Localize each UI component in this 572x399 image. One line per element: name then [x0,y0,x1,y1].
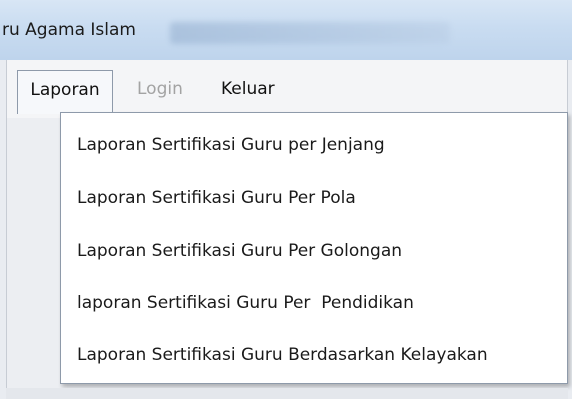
menu-item-laporan-berdasarkan-kelayakan[interactable]: Laporan Sertifikasi Guru Berdasarkan Kel… [77,335,488,375]
menu-item-laporan-per-pola[interactable]: Laporan Sertifikasi Guru Per Pola [77,178,356,218]
title-bar[interactable]: ru Agama Islam [0,0,572,60]
app-window: ru Agama Islam Laporan Login Keluar Lapo… [0,0,572,399]
menu-login[interactable]: Login [137,70,183,108]
menu-bar: Laporan Login Keluar [6,60,568,118]
menu-item-laporan-per-pendidikan[interactable]: laporan Sertifikasi Guru Per Pendidikan [77,283,414,323]
client-area [6,118,67,390]
blurred-title-background [170,22,450,44]
menu-item-laporan-per-golongan[interactable]: Laporan Sertifikasi Guru Per Golongan [77,231,402,271]
window-bottom-edge [6,388,568,399]
menu-laporan[interactable]: Laporan [17,70,113,114]
laporan-dropdown-menu: Laporan Sertifikasi Guru per Jenjang Lap… [60,112,568,384]
menu-item-laporan-per-jenjang[interactable]: Laporan Sertifikasi Guru per Jenjang [77,125,385,165]
window-title: ru Agama Islam [2,20,136,40]
menu-keluar[interactable]: Keluar [221,70,275,108]
